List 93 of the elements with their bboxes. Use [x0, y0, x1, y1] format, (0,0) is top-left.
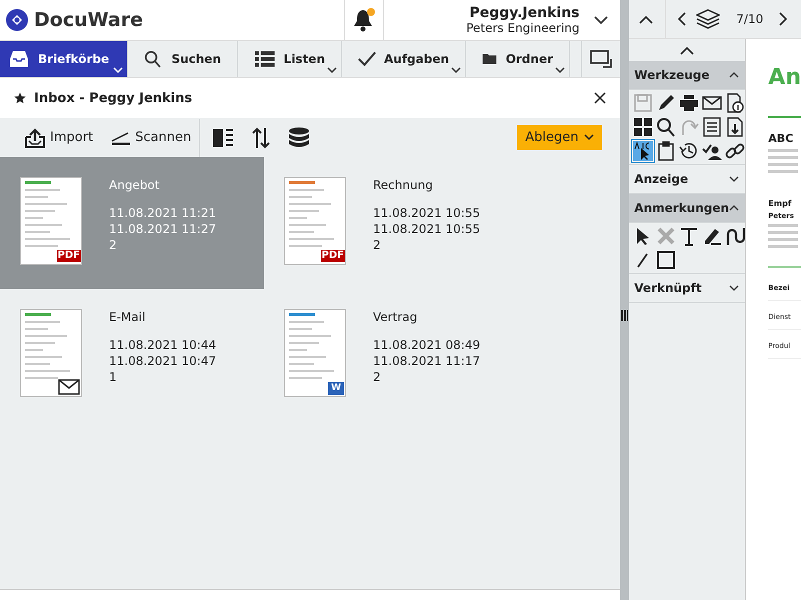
document-title: E-Mail	[109, 309, 146, 325]
preview-pane-icon[interactable]	[212, 128, 234, 148]
toolbar-button[interactable]: Import	[24, 128, 94, 148]
document-card[interactable]: W Vertrag 11.08.2021 08:49 11.08.2021 11:17 2	[264, 289, 528, 421]
document-card[interactable]: PDF Rechnung 11.08.2021 10:55 11.08.2021 10:55 2	[264, 157, 528, 289]
document-card[interactable]: PDF Angebot 11.08.2021 11:21 11.08.2021 11:27 2	[0, 157, 264, 289]
page-count: 2	[373, 369, 382, 385]
document-lines-icon	[702, 117, 722, 137]
database-icon[interactable]	[288, 126, 310, 148]
close-icon[interactable]	[594, 92, 606, 104]
page-count: 1	[109, 369, 118, 385]
app-logo-text: DocuWare	[34, 9, 143, 31]
inbox-tray-icon	[8, 49, 30, 69]
chevron-icon	[729, 176, 740, 182]
toolbar-button[interactable]: Scannen	[111, 130, 192, 145]
company-name: Peters Engineering	[466, 21, 580, 35]
chevron-up-icon[interactable]	[680, 46, 694, 54]
star-icon[interactable]	[14, 92, 26, 104]
document-download-icon	[725, 117, 746, 137]
splitter-handle[interactable]	[620, 0, 630, 600]
document-info-icon	[725, 93, 746, 113]
text-cursor-icon	[633, 141, 654, 161]
search-icon	[656, 117, 676, 137]
modified-date: 11.08.2021 10:47	[109, 353, 216, 369]
recipient-label: Empf	[768, 199, 792, 208]
file-type-badge: PDF	[56, 250, 81, 262]
chevron-left-icon[interactable]	[678, 12, 686, 26]
grid-icon	[633, 117, 654, 137]
upload-tray-icon	[24, 128, 46, 148]
scanner-icon	[111, 130, 132, 144]
link-icon	[725, 141, 746, 161]
created-date: 11.08.2021 10:55	[373, 205, 480, 221]
document-heading: An	[768, 65, 801, 90]
chevron-icon	[729, 205, 740, 211]
list-icon	[254, 49, 276, 69]
chevron-icon	[729, 72, 740, 78]
chevron-up-icon[interactable]	[639, 14, 654, 24]
document-title: Angebot	[109, 177, 160, 193]
section-header[interactable]: Anmerkungen	[629, 194, 746, 223]
file-button[interactable]: Ablegen	[517, 125, 602, 150]
notification-bell-icon[interactable]	[352, 7, 376, 33]
user-name: Peggy.Jenkins	[469, 5, 580, 21]
page-count: 2	[373, 237, 382, 253]
search-icon	[144, 49, 164, 69]
tool-button[interactable]	[678, 92, 700, 114]
panel-title: Inbox - Peggy Jenkins	[34, 90, 192, 106]
modified-date: 11.08.2021 11:17	[373, 353, 480, 369]
cross-icon	[656, 226, 676, 246]
modified-date: 11.08.2021 10:55	[373, 221, 480, 237]
created-date: 11.08.2021 10:44	[109, 337, 216, 353]
page-counter: 7/10	[736, 12, 764, 26]
clipboard-icon	[656, 141, 676, 161]
user-menu[interactable]: Peggy.Jenkins Peters Engineering	[384, 0, 620, 40]
chevron-down-icon	[584, 134, 594, 141]
caret-icon	[555, 67, 565, 73]
created-date: 11.08.2021 11:21	[109, 205, 216, 221]
nav-tab[interactable]: Briefkörbe	[0, 41, 128, 77]
sender-name: ABC	[768, 132, 794, 145]
layers-icon[interactable]	[696, 9, 720, 29]
envelope-icon	[58, 379, 80, 395]
checkmark-icon	[358, 49, 376, 69]
logo-icon	[6, 9, 28, 31]
document-title: Rechnung	[373, 177, 434, 193]
redo-arrow-icon	[679, 117, 700, 137]
document-card[interactable]: E-Mail 11.08.2021 10:44 11.08.2021 10:47 1	[0, 289, 264, 421]
pencil-icon	[656, 93, 676, 113]
tool-button[interactable]	[655, 249, 678, 271]
document-title: Vertrag	[373, 309, 418, 325]
tool-button[interactable]	[632, 116, 654, 138]
text-tool-icon	[679, 226, 700, 246]
section-header[interactable]: Werkzeuge	[629, 61, 746, 90]
highlighter-icon	[702, 226, 722, 246]
caret-icon	[327, 67, 337, 73]
tool-button[interactable]	[632, 140, 654, 162]
created-date: 11.08.2021 08:49	[373, 337, 480, 353]
file-type-badge: W	[328, 382, 344, 395]
caret-icon	[113, 67, 123, 73]
file-type-badge: PDF	[320, 250, 345, 262]
chevron-down-icon[interactable]	[594, 16, 608, 24]
curve-icon	[725, 226, 746, 246]
modified-date: 11.08.2021 11:27	[109, 221, 216, 237]
printer-icon	[679, 93, 700, 113]
tool-button[interactable]	[701, 116, 724, 138]
tool-button[interactable]	[724, 225, 746, 247]
chevron-right-icon[interactable]	[779, 12, 788, 26]
sort-arrows-icon[interactable]	[252, 126, 270, 148]
window-icon	[590, 50, 612, 68]
tool-button[interactable]	[655, 116, 678, 138]
rectangle-icon	[656, 250, 676, 270]
caret-icon	[451, 67, 461, 73]
history-icon	[679, 141, 700, 161]
chevron-icon	[729, 285, 740, 291]
page-count: 2	[109, 237, 118, 253]
